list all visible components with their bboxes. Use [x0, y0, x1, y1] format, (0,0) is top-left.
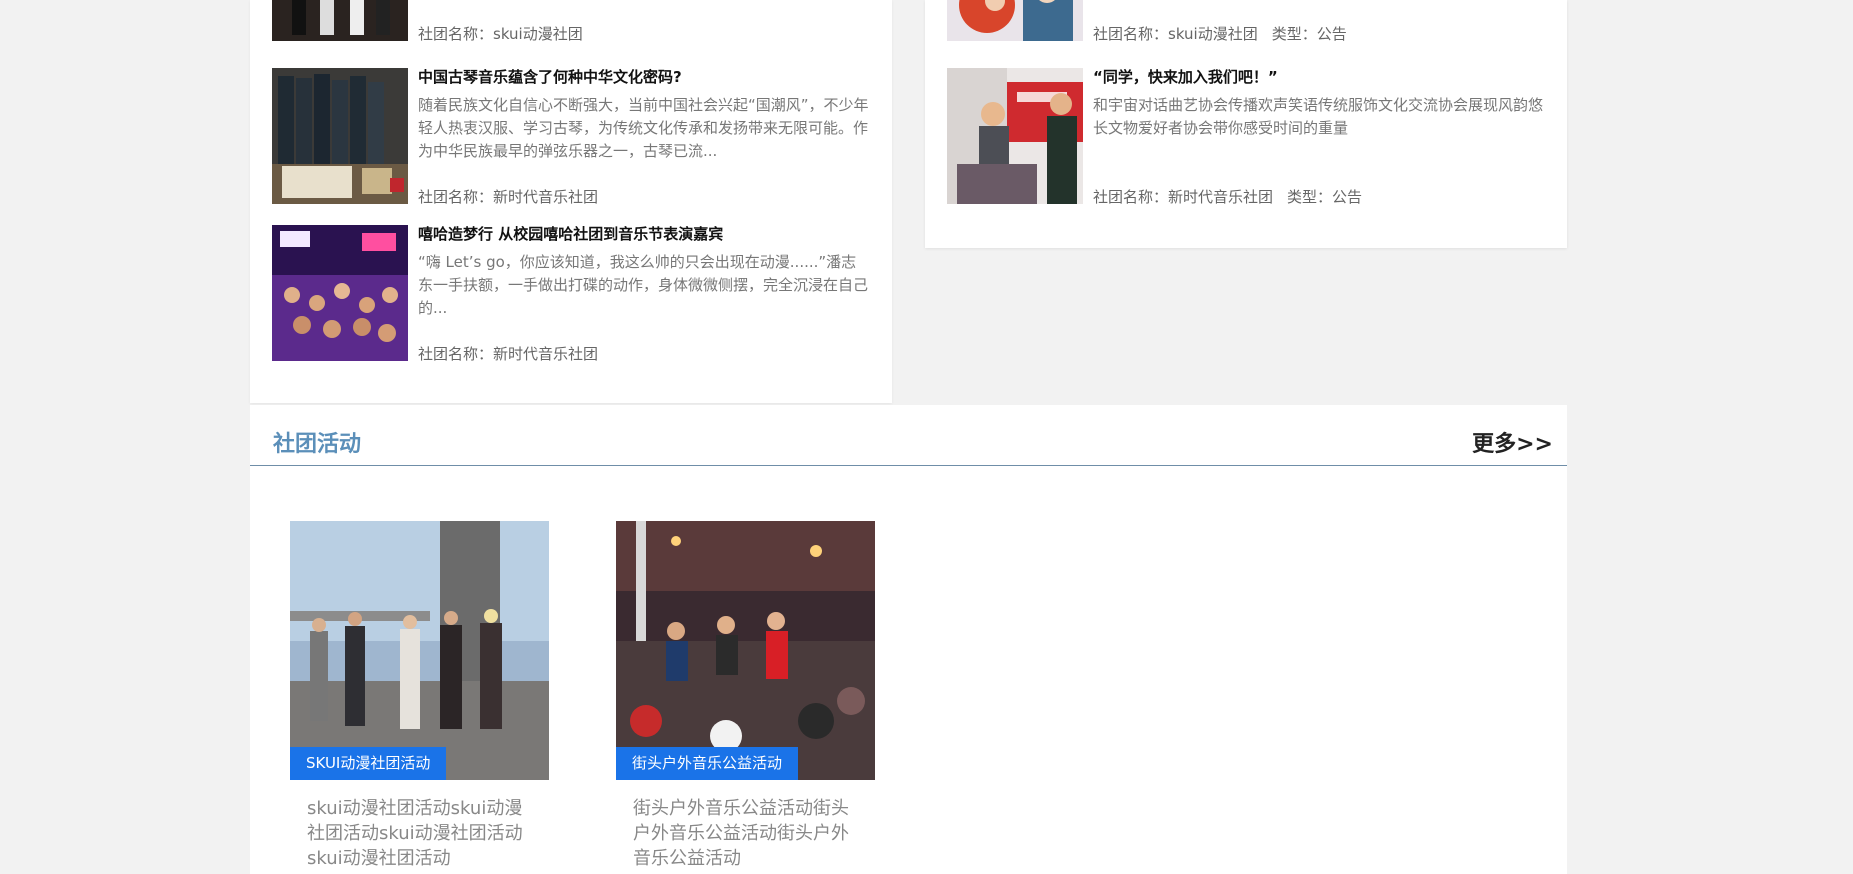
- activity-image[interactable]: 街头户外音乐公益活动: [616, 521, 875, 780]
- notice-description: 和宇宙对话曲艺协会传播欢声笑语传统服饰文化交流协会展现风韵悠长文物爱好者协会带你…: [1093, 96, 1544, 137]
- news-title[interactable]: 中国古琴音乐蕴含了何种中华文化密码?: [418, 66, 874, 87]
- notice-title[interactable]: “同学，快来加入我们吧！”: [1093, 66, 1549, 87]
- club-name: 社团名称：新时代音乐社团: [418, 345, 599, 363]
- notice-type: 类型：公告: [1271, 25, 1347, 43]
- news-thumbnail[interactable]: [272, 0, 408, 41]
- news-meta: 社团名称：新时代音乐社团: [418, 343, 612, 364]
- news-title[interactable]: 嘻哈造梦行 从校园嘻哈社团到音乐节表演嘉宾: [418, 223, 874, 244]
- news-item[interactable]: 社团名称：skui动漫社团: [272, 0, 872, 44]
- more-link[interactable]: 更多>>: [1472, 426, 1553, 458]
- news-thumbnail[interactable]: [272, 68, 408, 204]
- activity-description: 街头户外音乐公益活动街头户外音乐公益活动街头户外音乐公益活动: [633, 798, 849, 869]
- news-description: “嗨 Let’s go，你应该知道，我这么帅的只会出现在动漫......”潘志东…: [418, 253, 869, 317]
- club-name: 社团名称：skui动漫社团: [1093, 25, 1258, 43]
- section-title: 社团活动: [273, 432, 362, 457]
- notice-list-right: 社团名称：skui动漫社团 类型：公告 “同学，快来加入我们吧！” 和宇宙对话曲艺…: [925, 0, 1567, 248]
- activity-tag: 街头户外音乐公益活动: [616, 747, 799, 780]
- news-description: 随着民族文化自信心不断强大，当前中国社会兴起“国潮风”，不少年轻人热衷汉服、学习…: [418, 96, 869, 160]
- news-thumbnail[interactable]: [272, 225, 408, 361]
- news-item[interactable]: 嘻哈造梦行 从校园嘻哈社团到音乐节表演嘉宾 “嗨 Let’s go，你应该知道，…: [272, 223, 874, 364]
- activity-description: skui动漫社团活动skui动漫社团活动skui动漫社团活动skui动漫社团活动: [307, 798, 523, 869]
- activity-image[interactable]: SKUI动漫社团活动: [290, 521, 549, 780]
- notice-type: 类型：公告: [1287, 188, 1363, 206]
- activity-card[interactable]: SKUI动漫社团活动 skui动漫社团活动skui动漫社团活动skui动漫社团活…: [290, 521, 549, 871]
- notice-item[interactable]: 社团名称：skui动漫社团 类型：公告: [947, 0, 1547, 44]
- news-meta: 社团名称：新时代音乐社团: [418, 186, 612, 207]
- news-item[interactable]: 中国古琴音乐蕴含了何种中华文化密码? 随着民族文化自信心不断强大，当前中国社会兴…: [272, 66, 874, 207]
- section-header: 社团活动 更多>>: [250, 405, 1567, 466]
- notice-thumbnail[interactable]: [947, 68, 1083, 204]
- notice-thumbnail[interactable]: [947, 0, 1083, 41]
- news-list-left: 社团名称：skui动漫社团 中国古琴音乐蕴含了何种中华文化密码? 随着民族文化自…: [250, 0, 892, 403]
- club-name: 社团名称：新时代音乐社团: [1093, 188, 1274, 206]
- activity-tag: SKUI动漫社团活动: [290, 747, 447, 780]
- news-meta: 社团名称：skui动漫社团: [418, 23, 597, 44]
- notice-meta: 社团名称：skui动漫社团 类型：公告: [1093, 23, 1361, 44]
- club-name: 社团名称：skui动漫社团: [418, 25, 583, 43]
- notice-item[interactable]: “同学，快来加入我们吧！” 和宇宙对话曲艺协会传播欢声笑语传统服饰文化交流协会展…: [947, 66, 1549, 207]
- club-activities-section: 社团活动 更多>> SKUI动漫社团活动 skui动漫社团活动skui动漫社团活…: [250, 405, 1567, 874]
- club-name: 社团名称：新时代音乐社团: [418, 188, 599, 206]
- activity-card[interactable]: 街头户外音乐公益活动 街头户外音乐公益活动街头户外音乐公益活动街头户外音乐公益活…: [616, 521, 875, 871]
- notice-meta: 社团名称：新时代音乐社团 类型：公告: [1093, 186, 1376, 207]
